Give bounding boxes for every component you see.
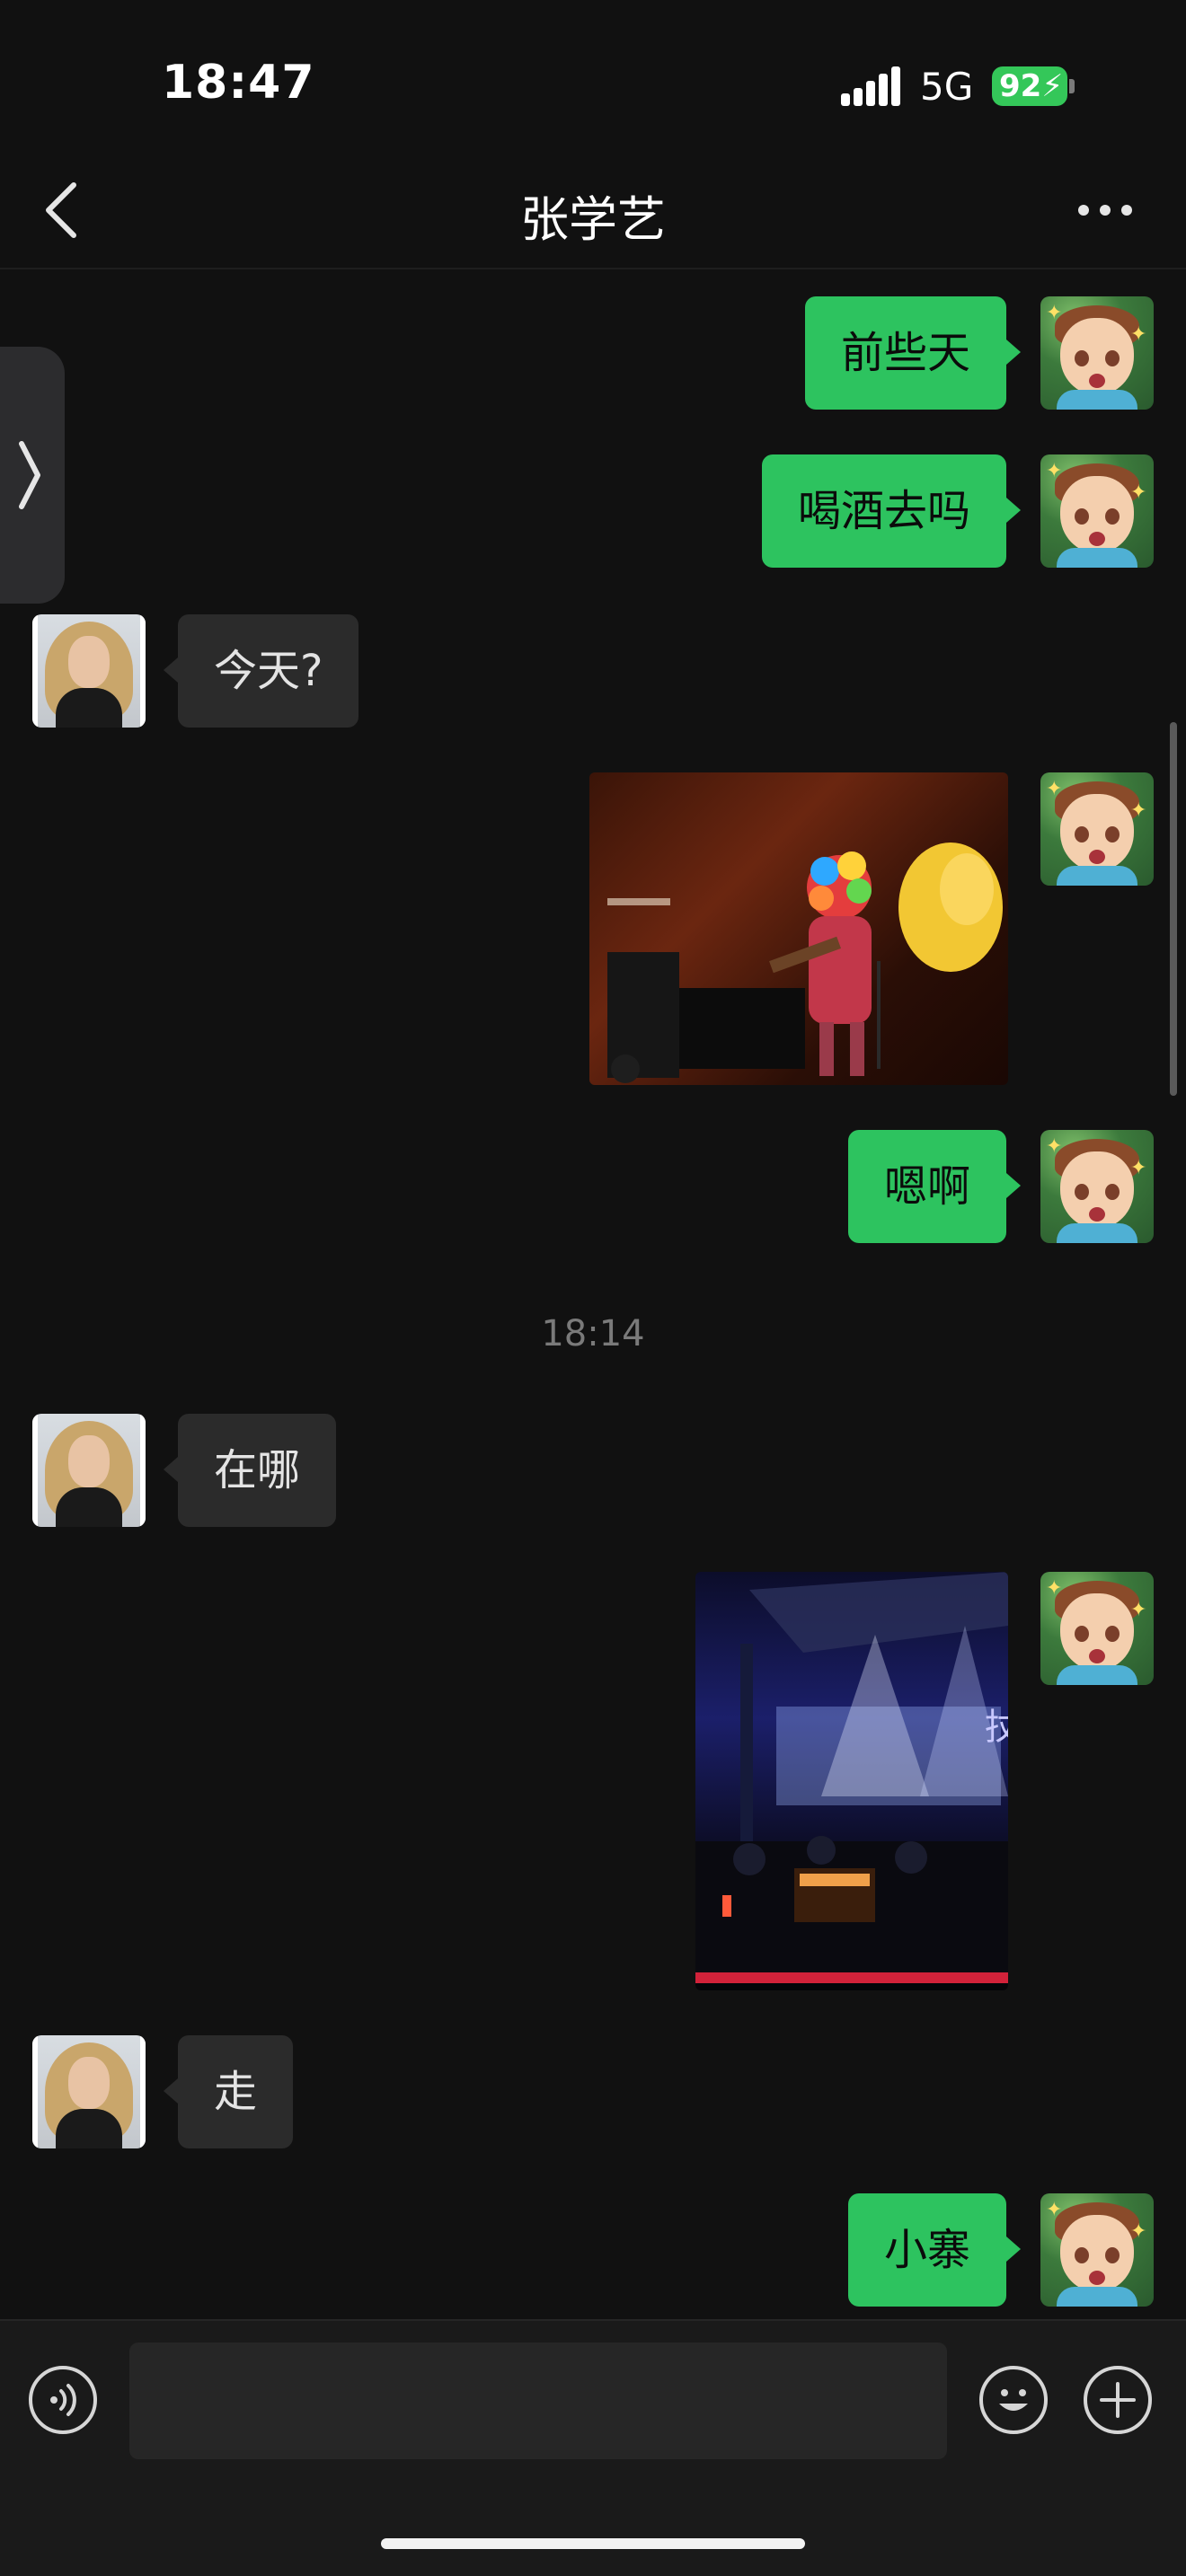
bubble-tail [1006, 2236, 1021, 2262]
avatar-self[interactable]: ✦ ✦ [1040, 296, 1154, 410]
emoji-icon [999, 2389, 1028, 2411]
bubble-tail [164, 1457, 178, 1482]
side-drawer-tab[interactable] [0, 347, 65, 604]
message-bubble-outgoing[interactable]: 喝酒去吗 [761, 454, 1006, 568]
message-bubble-incoming[interactable]: 走 [178, 2035, 294, 2148]
message-bubble-incoming[interactable]: 今天? [178, 614, 359, 728]
message-bubble-outgoing[interactable]: 小寨 [847, 2193, 1006, 2307]
emoji-button[interactable] [979, 2366, 1048, 2434]
voice-icon [50, 2384, 76, 2416]
chat-title: 张学艺 [520, 191, 666, 248]
avatar-contact[interactable] [32, 614, 146, 728]
message-input[interactable] [129, 2342, 947, 2459]
plus-icon [1100, 2382, 1136, 2418]
bubble-tail [1006, 1173, 1021, 1198]
message-text: 喝酒去吗 [797, 486, 970, 536]
home-indicator[interactable] [381, 2538, 805, 2549]
avatar-self[interactable]: ✦ ✦ [1040, 1572, 1154, 1685]
avatar-contact[interactable] [32, 1414, 146, 1527]
avatar-self[interactable]: ✦ ✦ [1040, 2193, 1154, 2307]
concert-photo [607, 842, 1003, 1083]
club-photo: 扙 [695, 1572, 1008, 1983]
message-text: 小寨 [883, 2225, 970, 2275]
message-bubble-incoming[interactable]: 在哪 [178, 1414, 337, 1527]
message-text: 走 [214, 2067, 258, 2117]
input-divider [0, 2319, 1186, 2321]
bubble-tail [1006, 340, 1021, 365]
message-bubble-outgoing[interactable]: 前些天 [804, 296, 1006, 410]
network-type: 5G [920, 65, 974, 109]
message-text: 在哪 [214, 1445, 301, 1495]
message-timestamp: 18:14 [541, 1313, 645, 1354]
scroll-indicator[interactable] [1170, 722, 1177, 1096]
message-text: 前些天 [840, 328, 970, 378]
bubble-tail [164, 657, 178, 683]
battery-tip [1069, 79, 1075, 93]
bubble-tail [164, 2078, 178, 2104]
more-button[interactable] [1076, 192, 1134, 228]
bubble-tail [1006, 498, 1021, 523]
svg-text:扙: 扙 [985, 1707, 1008, 1748]
chevron-right-icon [19, 441, 40, 509]
avatar-self[interactable]: ✦ ✦ [1040, 1130, 1154, 1243]
nav-divider [0, 268, 1186, 269]
message-text: 嗯啊 [883, 1161, 970, 1212]
battery-icon: 92⚡ [992, 66, 1067, 106]
plus-button[interactable] [1084, 2366, 1152, 2434]
avatar-self[interactable]: ✦ ✦ [1040, 772, 1154, 886]
message-bubble-outgoing[interactable]: 嗯啊 [847, 1130, 1006, 1243]
image-message[interactable]: 扙 [695, 1572, 1008, 1990]
message-text: 今天? [214, 646, 323, 696]
cellular-signal-icon [841, 66, 900, 106]
battery-level: 92 [999, 68, 1042, 104]
avatar-self[interactable]: ✦ ✦ [1040, 454, 1154, 568]
avatar-contact[interactable] [32, 2035, 146, 2148]
image-message[interactable] [589, 772, 1008, 1085]
status-time: 18:47 [162, 56, 315, 110]
voice-button[interactable] [29, 2366, 97, 2434]
